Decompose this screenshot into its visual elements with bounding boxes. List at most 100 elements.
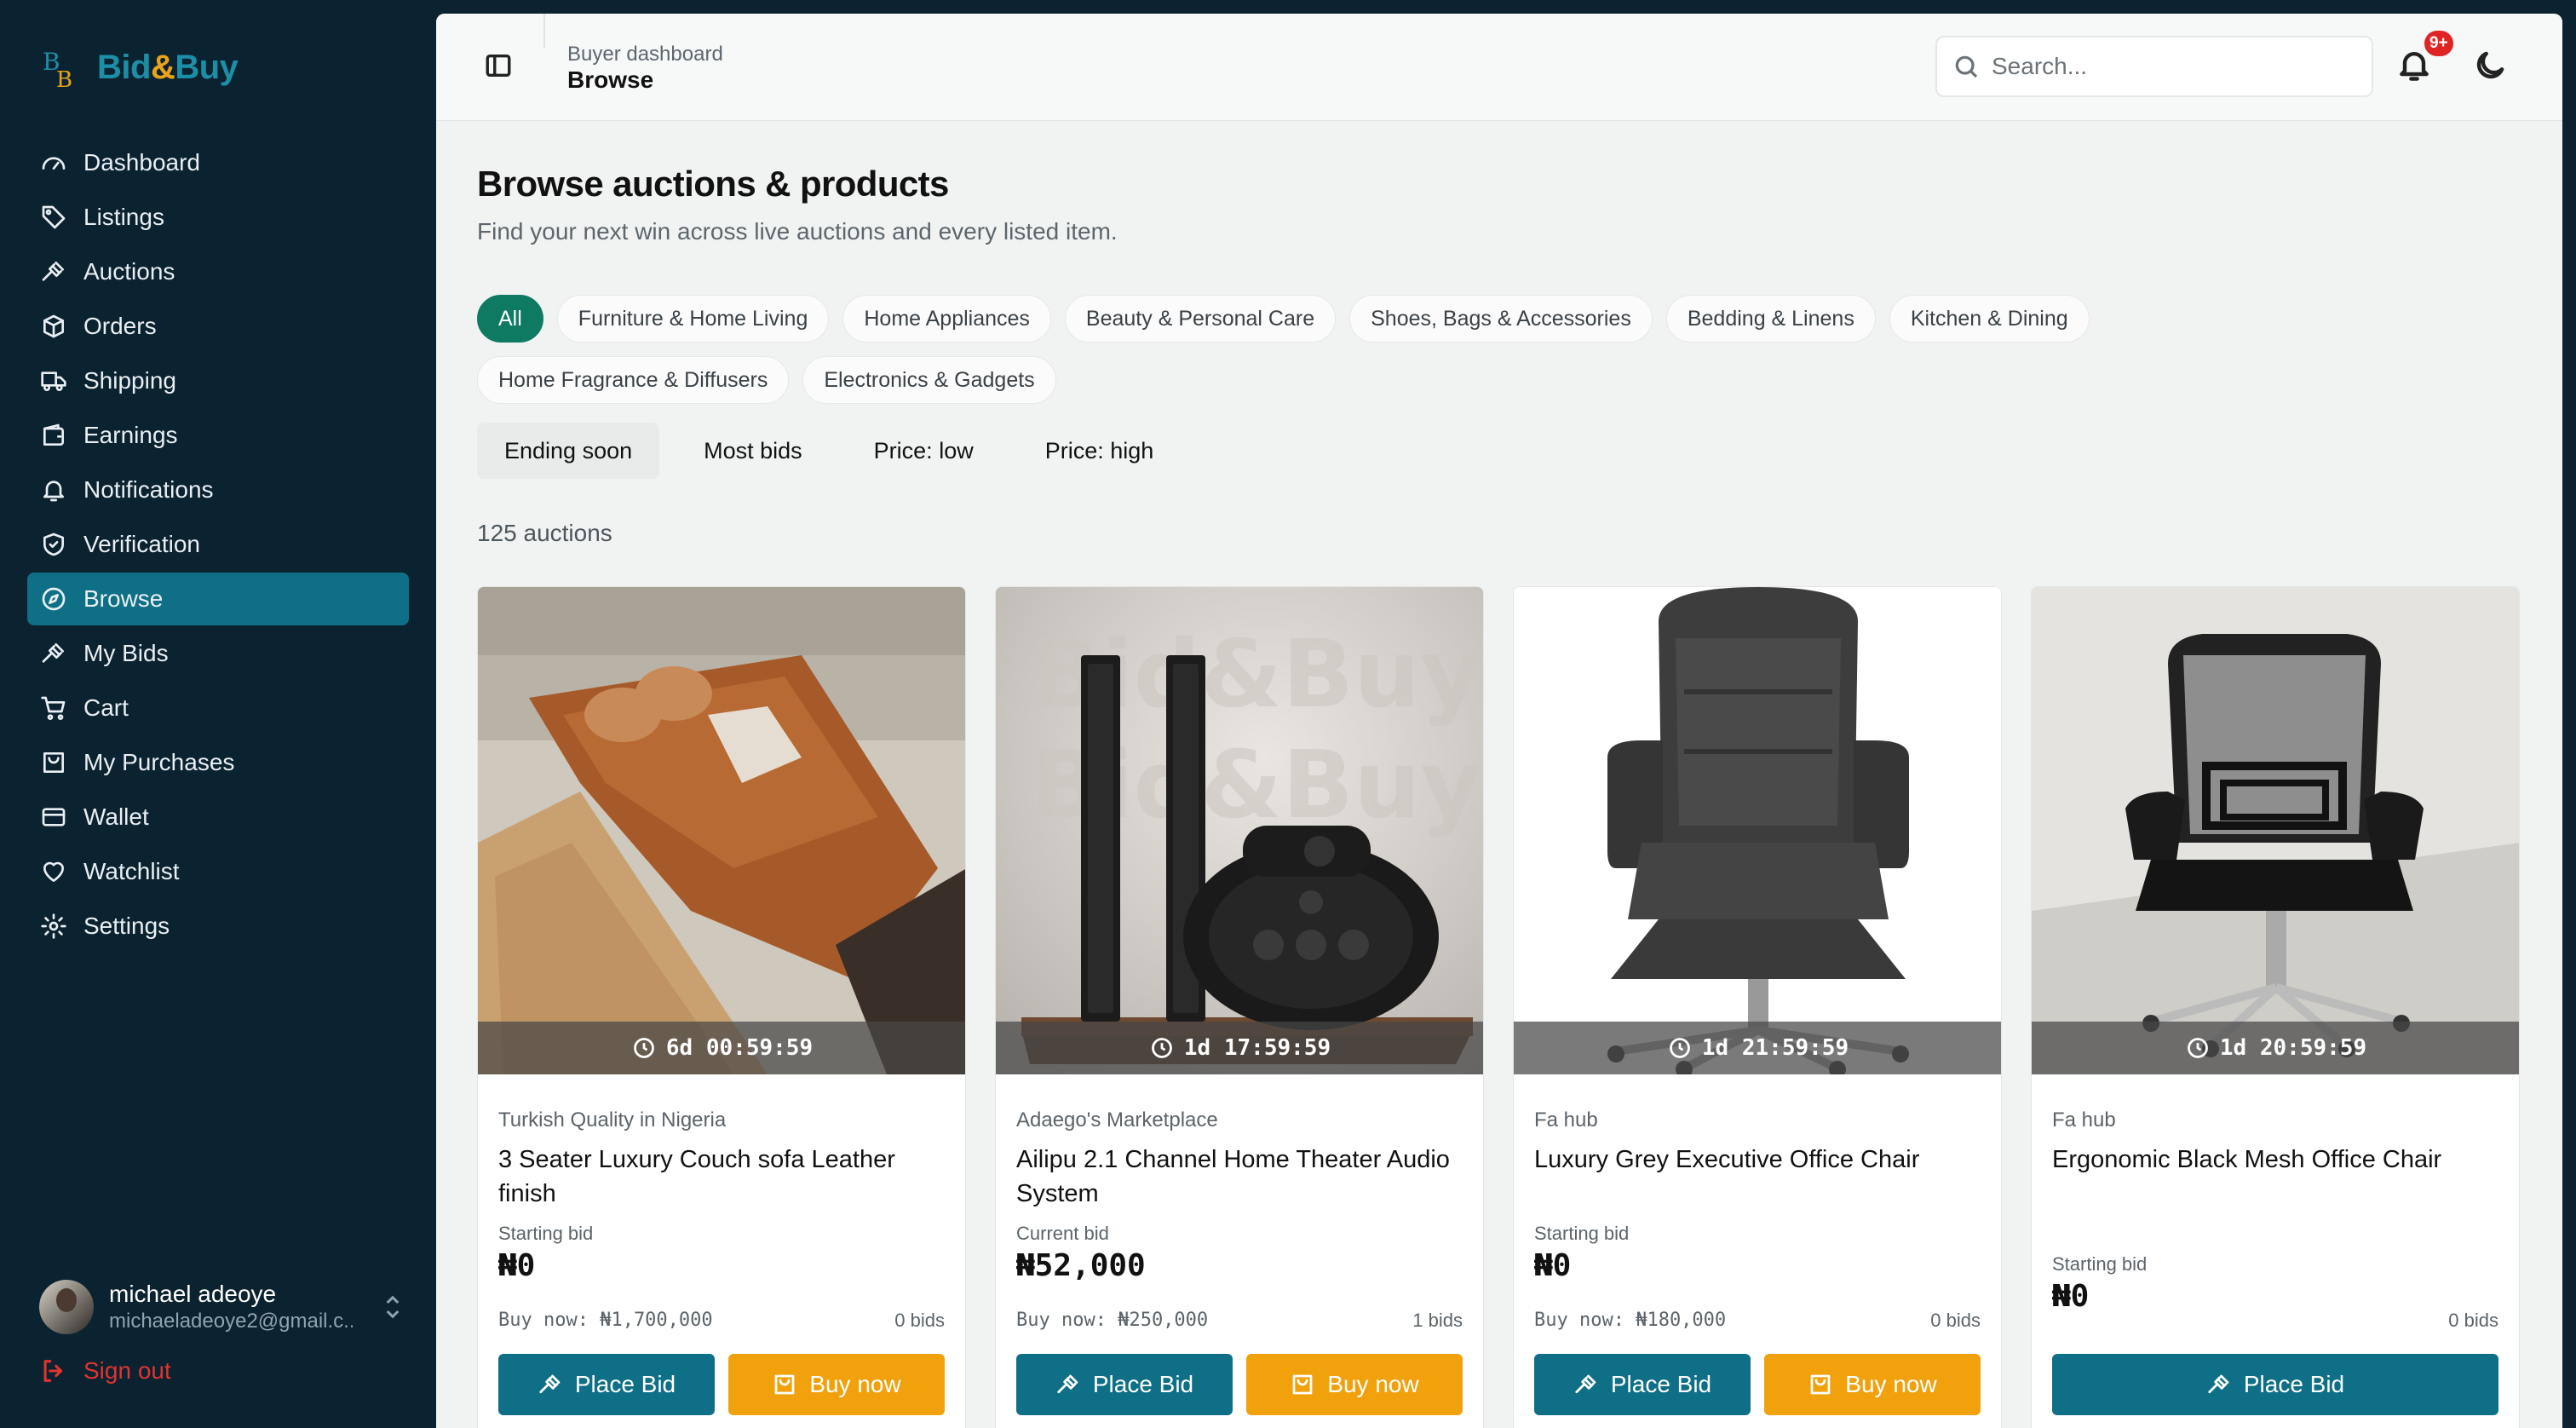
category-chip-electronics[interactable]: Electronics & Gadgets bbox=[802, 356, 1056, 404]
panel-left-icon bbox=[486, 54, 511, 78]
category-chip-beauty[interactable]: Beauty & Personal Care bbox=[1064, 295, 1337, 343]
place-bid-button[interactable]: Place Bid bbox=[1534, 1354, 1751, 1415]
sidebar-item-verification[interactable]: Verification bbox=[27, 518, 409, 571]
product-image[interactable]: Bid&Buy Bid&Buy 1d 17:59:59 bbox=[996, 587, 1483, 1074]
sidebar-item-my-bids[interactable]: My Bids bbox=[27, 627, 409, 680]
gavel-icon bbox=[39, 257, 68, 286]
shopping-bag-icon bbox=[1292, 1374, 1313, 1395]
product-card[interactable]: Bid&Buy Bid&Buy 1d 17:59:59 Adaego's Mar… bbox=[995, 586, 1484, 1428]
product-image[interactable]: 1d 21:59:59 bbox=[1514, 587, 2001, 1074]
brand-name: Bid&Buy bbox=[97, 48, 239, 86]
shield-check-icon bbox=[39, 530, 68, 559]
clock-icon bbox=[634, 1038, 654, 1058]
category-filters: All Furniture & Home Living Home Applian… bbox=[477, 295, 2394, 404]
category-chip-home-appliances[interactable]: Home Appliances bbox=[842, 295, 1051, 343]
sidebar-item-label: Watchlist bbox=[83, 858, 180, 884]
sidebar-item-wallet[interactable]: Wallet bbox=[27, 791, 409, 844]
product-card[interactable]: 1d 21:59:59 Fa hub Luxury Grey Executive… bbox=[1513, 586, 2002, 1428]
moon-icon bbox=[2476, 51, 2504, 79]
category-chip-fragrance[interactable]: Home Fragrance & Diffusers bbox=[477, 356, 790, 404]
seller-name[interactable]: Turkish Quality in Nigeria bbox=[498, 1108, 726, 1132]
sidebar-item-settings[interactable]: Settings bbox=[27, 900, 409, 953]
sidebar-item-label: Browse bbox=[83, 585, 164, 612]
sidebar-item-label: My Purchases bbox=[83, 749, 235, 775]
category-chip-kitchen[interactable]: Kitchen & Dining bbox=[1889, 295, 2090, 343]
dashboard-gauge-icon bbox=[39, 148, 68, 177]
sort-price-high[interactable]: Price: high bbox=[1017, 423, 1182, 479]
sidebar-toggle-button[interactable] bbox=[484, 51, 518, 85]
sidebar-item-label: Shipping bbox=[83, 367, 176, 394]
bid-count: 0 bids bbox=[894, 1310, 945, 1331]
sidebar-item-notifications[interactable]: Notifications bbox=[27, 464, 409, 516]
search-input[interactable] bbox=[1992, 53, 2349, 80]
product-card[interactable]: 1d 20:59:59 Fa hub Ergonomic Black Mesh … bbox=[2031, 586, 2520, 1428]
theme-toggle-button[interactable] bbox=[2472, 48, 2511, 87]
user-profile-menu[interactable]: michael adeoye michaeladeoye2@gmail.c... bbox=[39, 1273, 405, 1341]
category-chip-bedding[interactable]: Bedding & Linens bbox=[1665, 295, 1876, 343]
sort-price-low[interactable]: Price: low bbox=[846, 423, 1001, 479]
gavel-icon bbox=[1575, 1374, 1596, 1394]
product-image[interactable]: 1d 20:59:59 bbox=[2032, 587, 2519, 1074]
profile-email: michaeladeoye2@gmail.c... bbox=[109, 1310, 353, 1333]
product-title[interactable]: Ailipu 2.1 Channel Home Theater Audio Sy… bbox=[1016, 1143, 1468, 1211]
main-content: Buyer dashboard Browse 9+ Browse auction… bbox=[436, 14, 2562, 1428]
sidebar-nav: Dashboard Listings Auctions Orders Shipp… bbox=[27, 136, 409, 954]
place-bid-button[interactable]: Place Bid bbox=[2052, 1354, 2498, 1415]
sidebar-item-my-purchases[interactable]: My Purchases bbox=[27, 736, 409, 789]
seller-name[interactable]: Adaego's Marketplace bbox=[1016, 1108, 1218, 1132]
sidebar-item-cart[interactable]: Cart bbox=[27, 682, 409, 734]
clock-icon bbox=[1152, 1038, 1172, 1058]
sidebar-item-browse[interactable]: Browse bbox=[27, 573, 409, 625]
sidebar-item-shipping[interactable]: Shipping bbox=[27, 354, 409, 407]
place-bid-button[interactable]: Place Bid bbox=[498, 1354, 715, 1415]
sidebar-item-watchlist[interactable]: Watchlist bbox=[27, 845, 409, 898]
sidebar-item-label: Settings bbox=[83, 913, 170, 939]
sidebar-item-orders[interactable]: Orders bbox=[27, 300, 409, 353]
results-count: 125 auctions bbox=[477, 520, 612, 546]
timer-text: 1d 20:59:59 bbox=[2219, 1035, 2367, 1061]
search-icon bbox=[1955, 55, 1978, 78]
place-bid-button[interactable]: Place Bid bbox=[1016, 1354, 1233, 1415]
search-box[interactable] bbox=[1935, 36, 2373, 97]
timer-text: 6d 00:59:59 bbox=[665, 1035, 814, 1061]
buy-now-price: Buy now: ₦180,000 bbox=[1534, 1310, 1727, 1331]
sidebar-item-auctions[interactable]: Auctions bbox=[27, 245, 409, 298]
heart-icon bbox=[39, 857, 68, 886]
sidebar-item-label: Dashboard bbox=[83, 149, 200, 176]
sidebar-item-label: Listings bbox=[83, 204, 164, 230]
category-chip-all[interactable]: All bbox=[477, 295, 543, 343]
sidebar-item-dashboard[interactable]: Dashboard bbox=[27, 136, 409, 189]
product-title[interactable]: Ergonomic Black Mesh Office Chair bbox=[2052, 1143, 2504, 1177]
credit-card-icon bbox=[39, 803, 68, 832]
seller-name[interactable]: Fa hub bbox=[1534, 1108, 1598, 1132]
seller-name[interactable]: Fa hub bbox=[2052, 1108, 2116, 1132]
buy-now-button[interactable]: Buy now bbox=[1764, 1354, 1981, 1415]
sidebar-item-earnings[interactable]: Earnings bbox=[27, 409, 409, 462]
sort-most-bids[interactable]: Most bids bbox=[676, 423, 830, 479]
product-title[interactable]: Luxury Grey Executive Office Chair bbox=[1534, 1143, 1986, 1177]
wallet-icon bbox=[39, 421, 68, 450]
sort-ending-soon[interactable]: Ending soon bbox=[477, 423, 660, 479]
bid-count: 1 bids bbox=[1412, 1310, 1463, 1331]
product-title[interactable]: 3 Seater Luxury Couch sofa Leather finis… bbox=[498, 1143, 950, 1211]
buy-now-button[interactable]: Buy now bbox=[1246, 1354, 1463, 1415]
buy-now-button[interactable]: Buy now bbox=[728, 1354, 945, 1415]
product-card[interactable]: 6d 00:59:59 Turkish Quality in Nigeria 3… bbox=[477, 586, 966, 1428]
product-image[interactable]: 6d 00:59:59 bbox=[478, 587, 965, 1074]
svg-text:B: B bbox=[56, 67, 72, 90]
buy-now-label: Buy now bbox=[1845, 1371, 1937, 1397]
buy-now-label: Buy now bbox=[1327, 1371, 1419, 1397]
sign-out-button[interactable]: Sign out bbox=[39, 1356, 171, 1385]
sidebar-item-listings[interactable]: Listings bbox=[27, 191, 409, 244]
countdown-timer: 6d 00:59:59 bbox=[478, 1022, 965, 1074]
category-chip-furniture[interactable]: Furniture & Home Living bbox=[556, 295, 830, 343]
tag-icon bbox=[39, 203, 68, 232]
bid-label: Current bid bbox=[1016, 1223, 1109, 1244]
sidebar-item-label: My Bids bbox=[83, 640, 169, 666]
breadcrumb-parent[interactable]: Buyer dashboard bbox=[567, 43, 723, 66]
brand[interactable]: B B Bid&Buy bbox=[41, 43, 239, 93]
bid-count: 0 bids bbox=[2448, 1310, 2498, 1331]
category-chip-shoes-bags[interactable]: Shoes, Bags & Accessories bbox=[1349, 295, 1653, 343]
sidebar-item-label: Cart bbox=[83, 694, 129, 721]
timer-text: 1d 21:59:59 bbox=[1701, 1035, 1849, 1061]
